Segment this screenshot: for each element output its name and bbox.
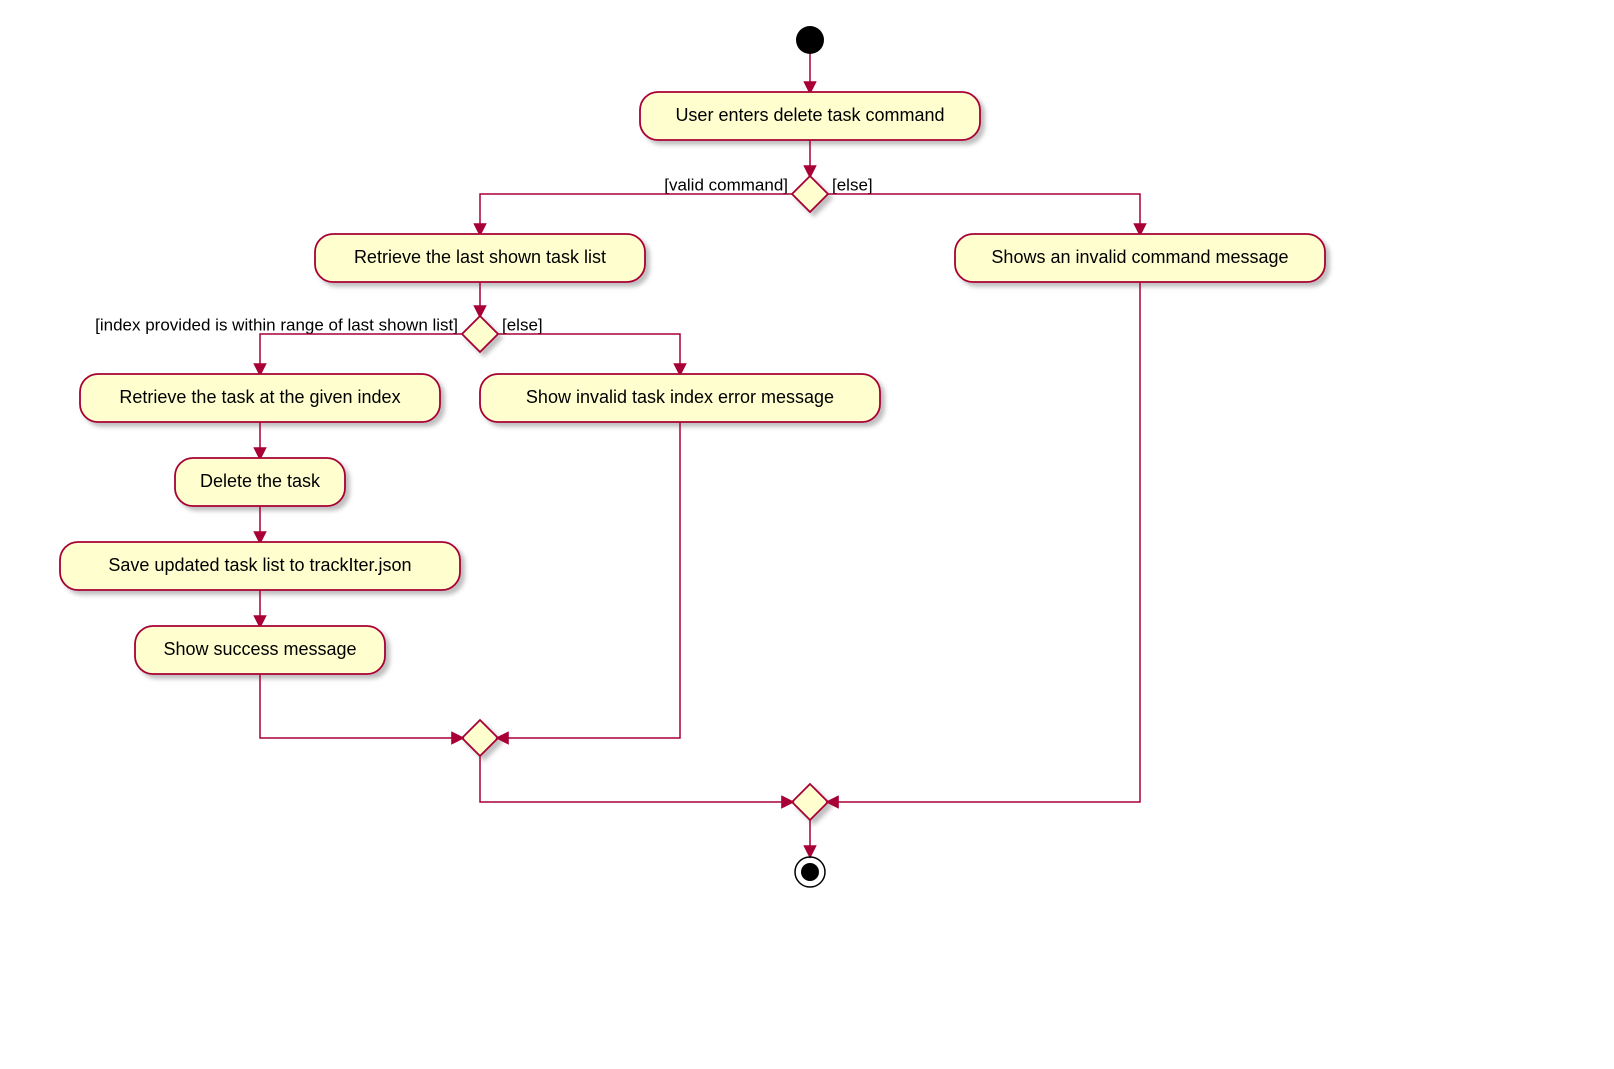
merge-inner — [462, 720, 498, 756]
edge-invalidindex-to-merge1 — [498, 422, 680, 738]
guard-index-in-range: [index provided is within range of last … — [95, 315, 458, 334]
edge-merge1-to-merge2 — [480, 756, 792, 802]
activity-invalid-index-label: Show invalid task index error message — [526, 387, 834, 407]
edge-decision2-left — [260, 334, 462, 374]
end-node-inner — [801, 863, 819, 881]
activity-save-list-label: Save updated task list to trackIter.json — [108, 555, 411, 575]
decision-valid-command — [792, 176, 828, 212]
decision-index-range — [462, 316, 498, 352]
activity-retrieve-list-label: Retrieve the last shown task list — [354, 247, 606, 267]
activity-enter-command-label: User enters delete task command — [675, 105, 944, 125]
activity-delete-task-label: Delete the task — [200, 471, 321, 491]
edge-invalidcmd-to-merge2 — [828, 282, 1140, 802]
edge-decision1-left — [480, 194, 792, 234]
guard-else-1: [else] — [832, 175, 873, 194]
guard-else-2: [else] — [502, 315, 543, 334]
activity-invalid-command-label: Shows an invalid command message — [991, 247, 1288, 267]
edge-success-to-merge1 — [260, 674, 462, 738]
start-node — [796, 26, 824, 54]
edge-decision2-right — [498, 334, 680, 374]
activity-diagram: User enters delete task command [valid c… — [0, 0, 1614, 1069]
merge-outer — [792, 784, 828, 820]
activity-success-message-label: Show success message — [163, 639, 356, 659]
edge-decision1-right — [828, 194, 1140, 234]
guard-valid-command: [valid command] — [664, 175, 788, 194]
activity-retrieve-task-label: Retrieve the task at the given index — [119, 387, 400, 407]
